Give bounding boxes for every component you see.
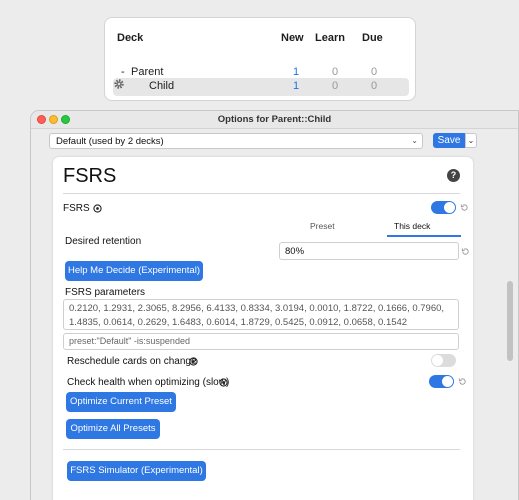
fsrs-parameters-label: FSRS parameters [65,287,146,298]
fsrs-toggle[interactable] [431,201,456,214]
learn-count: 0 [332,66,339,78]
check-health-label[interactable]: Check health when optimizing (slow) [67,377,229,388]
fsrs-section: FSRS ? FSRS Preset This deck Desired ret… [53,157,473,500]
divider [63,193,460,194]
window-title: Options for Parent::Child [217,114,332,125]
gear-icon[interactable] [113,78,125,90]
new-column-header: New [281,32,304,44]
info-icon[interactable] [93,204,102,213]
fsrs-toggle-label[interactable]: FSRS [63,203,90,214]
desired-retention-label: Desired retention [65,236,142,247]
title-bar[interactable]: Options for Parent::Child [31,111,518,129]
due-count: 0 [371,80,378,92]
tab-this-deck[interactable]: This deck [394,221,430,231]
info-icon[interactable] [219,378,228,387]
desired-retention-input[interactable]: 80% [279,242,459,260]
deck-browser-panel: Deck New Learn Due - Parent 1 0 0 Child … [104,17,416,101]
fsrs-simulator-button[interactable]: FSRS Simulator (Experimental) [67,461,206,481]
optimize-current-preset-button[interactable]: Optimize Current Preset [66,392,176,412]
optimize-all-presets-button[interactable]: Optimize All Presets [66,419,160,439]
due-column-header: Due [362,32,383,44]
help-me-decide-button[interactable]: Help Me Decide (Experimental) [65,261,203,281]
collapse-toggle[interactable]: - [121,66,125,78]
active-tab-indicator [387,235,461,237]
chevron-down-icon: ⌄ [411,136,418,145]
chevron-down-icon: ⌄ [467,136,475,145]
info-icon[interactable] [189,357,198,366]
learn-count: 0 [332,80,339,92]
check-health-toggle[interactable] [429,375,454,388]
deck-column-header[interactable]: Deck [117,32,143,44]
revert-icon[interactable] [460,203,469,212]
reschedule-toggle[interactable] [431,354,456,367]
save-button[interactable]: Save [433,133,465,148]
tab-preset[interactable]: Preset [310,221,335,231]
scrollbar-thumb[interactable] [507,281,513,361]
deck-name[interactable]: Child [149,80,174,92]
new-count: 1 [293,66,300,78]
revert-icon[interactable] [461,247,470,256]
deck-name[interactable]: Parent [131,66,163,78]
deck-options-window: Options for Parent::Child Default (used … [30,110,519,500]
due-count: 0 [371,66,378,78]
learn-column-header: Learn [315,32,345,44]
help-icon[interactable]: ? [447,169,460,182]
preset-selector[interactable]: Default (used by 2 decks) ⌄ [49,133,423,149]
preset-selected-value: Default (used by 2 decks) [56,136,164,147]
reschedule-label[interactable]: Reschedule cards on change [67,356,197,367]
divider [63,449,460,450]
deck-row-child[interactable]: Child 1 0 0 [113,78,409,96]
section-title: FSRS [63,165,117,187]
fsrs-parameters-input[interactable]: 0.2120, 1.2931, 2.3065, 8.2956, 6.4133, … [63,299,459,330]
optimize-search-input[interactable]: preset:"Default" -is:suspended [63,333,459,350]
new-count: 1 [293,80,300,92]
save-dropdown-button[interactable]: ⌄ [465,133,477,148]
revert-icon[interactable] [458,377,467,386]
